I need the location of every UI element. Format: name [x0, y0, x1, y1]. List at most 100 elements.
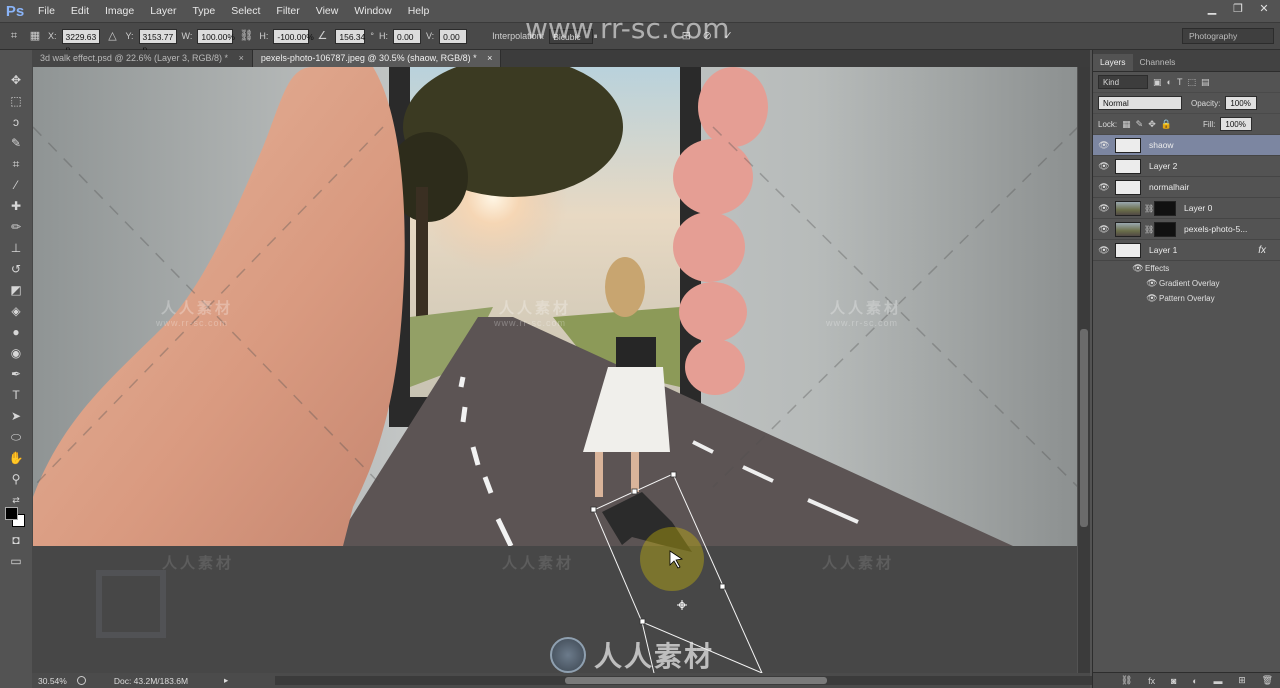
status-menu-arrow-icon[interactable]: ▸: [224, 675, 228, 686]
visibility-eye-icon[interactable]: 👁: [1145, 293, 1159, 304]
relative-position-icon[interactable]: △: [105, 28, 121, 44]
mask-link-icon[interactable]: ⛓: [1144, 225, 1154, 234]
visibility-eye-icon[interactable]: 👁: [1093, 182, 1115, 193]
v-skew-field[interactable]: 0.00: [439, 28, 468, 44]
lock-position-icon[interactable]: ✥: [1148, 119, 1156, 130]
layer-row-layer-2[interactable]: 👁 Layer 2: [1093, 156, 1280, 177]
blur-tool-icon[interactable]: ●: [0, 322, 32, 343]
new-layer-icon[interactable]: ⊞: [1238, 675, 1246, 686]
h-skew-field[interactable]: 0.00: [392, 28, 421, 44]
filter-kind-select[interactable]: Kind: [1098, 75, 1148, 89]
horizontal-scroll-thumb[interactable]: [565, 677, 827, 684]
visibility-eye-icon[interactable]: 👁: [1093, 203, 1115, 214]
menu-file[interactable]: File: [30, 0, 63, 22]
layer-row-normalhair[interactable]: 👁 normalhair: [1093, 177, 1280, 198]
menu-select[interactable]: Select: [223, 0, 268, 22]
visibility-eye-icon[interactable]: 👁: [1093, 224, 1115, 235]
transform-tool-icon[interactable]: ⌗: [6, 28, 22, 44]
adjustment-filter-icon[interactable]: ◐: [1167, 77, 1172, 87]
reference-point-icon[interactable]: [677, 600, 687, 610]
width-field[interactable]: 100.00%: [197, 28, 235, 44]
status-info-icon[interactable]: [76, 676, 86, 685]
marquee-tool-icon[interactable]: ⬚: [0, 91, 32, 112]
smart-object-filter-icon[interactable]: ▤: [1201, 77, 1210, 88]
opacity-field[interactable]: 100%: [1225, 96, 1258, 110]
workspace-select[interactable]: Photography: [1182, 28, 1274, 44]
tab-pexels-photo[interactable]: pexels-photo-106787.jpeg @ 30.5% (shaow,…: [252, 50, 502, 67]
move-tool-icon[interactable]: ✥: [0, 70, 32, 91]
link-icon[interactable]: ⛓: [238, 28, 254, 44]
visibility-eye-icon[interactable]: 👁: [1093, 245, 1115, 256]
menu-edit[interactable]: Edit: [63, 0, 97, 22]
menu-view[interactable]: View: [308, 0, 347, 22]
history-brush-tool-icon[interactable]: ↺: [0, 259, 32, 280]
delete-layer-icon[interactable]: 🗑: [1262, 675, 1273, 686]
visibility-eye-icon[interactable]: 👁: [1093, 161, 1115, 172]
tab-3d-walk-effect[interactable]: 3d walk effect.psd @ 22.6% (Layer 3, RGB…: [32, 50, 253, 67]
menu-help[interactable]: Help: [400, 0, 438, 22]
dodge-tool-icon[interactable]: ◉: [0, 343, 32, 364]
menu-image[interactable]: Image: [97, 0, 142, 22]
effect-pattern-overlay[interactable]: 👁 Pattern Overlay: [1093, 291, 1280, 306]
type-tool-icon[interactable]: T: [0, 385, 32, 406]
add-layer-style-icon[interactable]: fx: [1148, 676, 1155, 686]
lock-transparency-icon[interactable]: ▦: [1122, 119, 1131, 130]
menu-type[interactable]: Type: [184, 0, 223, 22]
horizontal-scrollbar[interactable]: [275, 676, 1110, 685]
y-field[interactable]: 3153.77 p: [138, 28, 177, 54]
close-button[interactable]: ✕: [1256, 2, 1272, 16]
fill-field[interactable]: 100%: [1220, 117, 1253, 131]
swap-colors-icon[interactable]: ⇄: [0, 490, 32, 505]
lock-all-icon[interactable]: 🔒: [1161, 119, 1172, 130]
x-field[interactable]: 3229.63 p: [61, 28, 100, 54]
layer-mask-thumbnail[interactable]: [1154, 221, 1176, 237]
mask-link-icon[interactable]: ⛓: [1144, 204, 1154, 213]
layer-row-shaow[interactable]: 👁 shaow: [1093, 135, 1280, 156]
lasso-tool-icon[interactable]: ↄ: [0, 112, 32, 133]
layer-row-layer-0[interactable]: 👁 ⛓ Layer 0: [1093, 198, 1280, 219]
effect-gradient-overlay[interactable]: 👁 Gradient Overlay: [1093, 276, 1280, 291]
tab-close-icon[interactable]: ×: [239, 53, 244, 63]
layer-row-layer-1[interactable]: 👁 Layer 1 fx: [1093, 240, 1280, 261]
document-canvas-area[interactable]: 人人素材 www.rr-sc.com 人人素材 www.rr-sc.com 人人…: [32, 67, 1077, 673]
paint-bucket-tool-icon[interactable]: ◈: [0, 301, 32, 322]
zoom-level[interactable]: 30.54%: [38, 676, 67, 686]
layer-mask-thumbnail[interactable]: [1154, 200, 1176, 216]
clone-stamp-tool-icon[interactable]: ⊥: [0, 238, 32, 259]
tab-close-icon[interactable]: ×: [487, 53, 492, 63]
quick-select-tool-icon[interactable]: ✎: [0, 133, 32, 154]
eraser-tool-icon[interactable]: ◩: [0, 280, 32, 301]
new-adjustment-layer-icon[interactable]: ◐: [1192, 676, 1197, 686]
link-layers-icon[interactable]: ⛓: [1121, 675, 1132, 686]
height-field[interactable]: -100.00%: [273, 28, 314, 44]
layer-effects-icon[interactable]: fx: [1258, 245, 1266, 256]
effects-group-row[interactable]: 👁 Effects: [1093, 261, 1280, 276]
menu-filter[interactable]: Filter: [268, 0, 307, 22]
image-filter-icon[interactable]: ▣: [1153, 77, 1162, 88]
layer-row-pexels-photo[interactable]: 👁 ⛓ pexels-photo-5...: [1093, 219, 1280, 240]
new-group-icon[interactable]: ▬: [1213, 676, 1222, 686]
shape-filter-icon[interactable]: ⬚: [1187, 77, 1196, 88]
reference-point-icon[interactable]: ▦: [27, 28, 43, 44]
visibility-eye-icon[interactable]: 👁: [1093, 140, 1115, 151]
tab-channels[interactable]: Channels: [1133, 54, 1183, 71]
ellipse-tool-icon[interactable]: ⬭: [0, 427, 32, 448]
vertical-scrollbar[interactable]: [1078, 67, 1090, 673]
type-filter-icon[interactable]: T: [1177, 77, 1183, 87]
quick-mask-icon[interactable]: ◘: [0, 530, 32, 551]
menu-layer[interactable]: Layer: [142, 0, 184, 22]
minimize-button[interactable]: ▁: [1204, 2, 1220, 16]
path-selection-tool-icon[interactable]: ➤: [0, 406, 32, 427]
lock-pixels-icon[interactable]: ✎: [1136, 119, 1144, 130]
restore-button[interactable]: ❐: [1230, 2, 1246, 16]
menu-window[interactable]: Window: [346, 0, 399, 22]
blend-mode-select[interactable]: Normal: [1098, 96, 1182, 110]
hand-tool-icon[interactable]: ✋: [0, 448, 32, 469]
visibility-eye-icon[interactable]: 👁: [1145, 278, 1159, 289]
pen-tool-icon[interactable]: ✒: [0, 364, 32, 385]
foreground-color-swatch[interactable]: [5, 507, 18, 520]
screen-mode-icon[interactable]: ▭: [0, 551, 32, 572]
crop-tool-icon[interactable]: ⌗: [0, 154, 32, 175]
angle-field[interactable]: 156.34: [335, 28, 366, 44]
eyedropper-tool-icon[interactable]: ⁄: [0, 175, 32, 196]
